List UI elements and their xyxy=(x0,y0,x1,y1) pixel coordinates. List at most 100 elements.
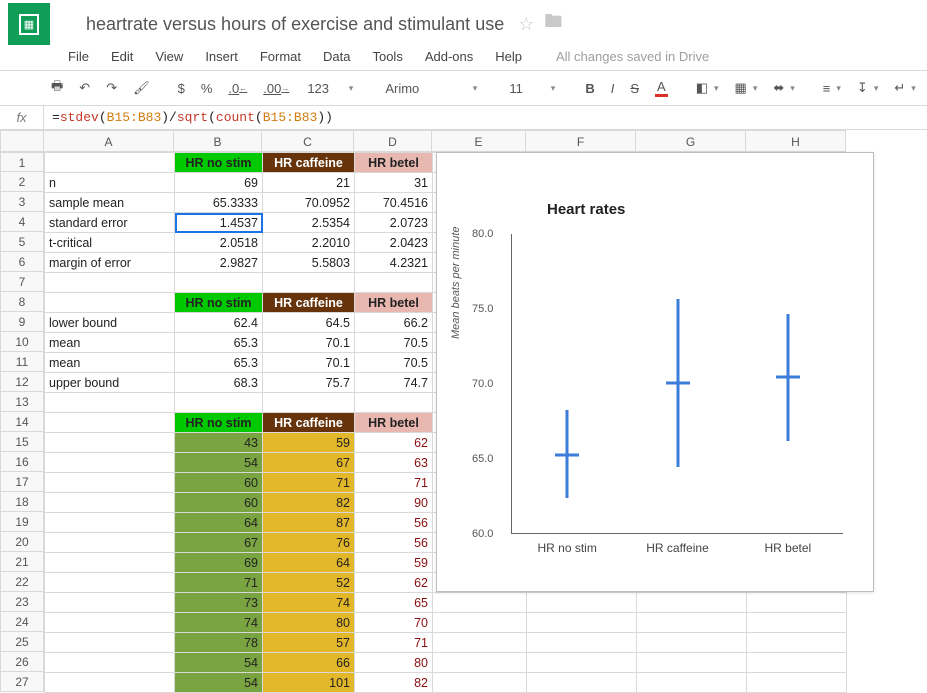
row-header[interactable]: 20 xyxy=(0,532,44,552)
doc-title[interactable]: heartrate versus hours of exercise and s… xyxy=(58,12,508,37)
cell[interactable]: 62.4 xyxy=(175,313,263,333)
cell[interactable] xyxy=(747,593,847,613)
cell[interactable]: 56 xyxy=(355,513,433,533)
row-header[interactable]: 12 xyxy=(0,372,44,392)
cell[interactable] xyxy=(637,653,747,673)
cell[interactable]: 2.0518 xyxy=(175,233,263,253)
formula-input[interactable]: =stdev(B15:B83)/sqrt(count(B15:B83)) xyxy=(44,108,927,127)
cell[interactable] xyxy=(45,653,175,673)
cell[interactable]: 70.4516 xyxy=(355,193,433,213)
col-header-e[interactable]: E xyxy=(432,130,526,152)
col-header-g[interactable]: G xyxy=(636,130,746,152)
print-icon[interactable]: 🖶 xyxy=(44,72,70,104)
cell[interactable] xyxy=(45,513,175,533)
cell[interactable]: sample mean xyxy=(45,193,175,213)
cell[interactable]: HR no stim xyxy=(175,153,263,173)
cell[interactable]: 2.5354 xyxy=(263,213,355,233)
cell[interactable]: 59 xyxy=(355,553,433,573)
cell[interactable]: 2.9827 xyxy=(175,253,263,273)
cell[interactable]: 71 xyxy=(355,473,433,493)
cell[interactable]: lower bound xyxy=(45,313,175,333)
column-headers[interactable]: ABCDEFGH xyxy=(44,130,846,152)
cell[interactable]: 64 xyxy=(175,513,263,533)
cell[interactable] xyxy=(637,613,747,633)
cell[interactable]: 69 xyxy=(175,173,263,193)
strike-button[interactable]: S xyxy=(623,76,646,101)
cell[interactable]: 60 xyxy=(175,493,263,513)
row-header[interactable]: 21 xyxy=(0,552,44,572)
cell[interactable] xyxy=(355,273,433,293)
merge-icon[interactable]: ⬌▾ xyxy=(766,75,801,101)
menu-help[interactable]: Help xyxy=(495,45,534,68)
cell[interactable]: 43 xyxy=(175,433,263,453)
cell[interactable]: HR no stim xyxy=(175,293,263,313)
cell[interactable]: mean xyxy=(45,333,175,353)
cell[interactable] xyxy=(433,633,527,653)
row-header[interactable]: 9 xyxy=(0,312,44,332)
cell[interactable]: 66 xyxy=(263,653,355,673)
cell[interactable]: 63 xyxy=(355,453,433,473)
cell[interactable] xyxy=(45,293,175,313)
cell[interactable]: 52 xyxy=(263,573,355,593)
col-header-b[interactable]: B xyxy=(174,130,262,152)
row-header[interactable]: 15 xyxy=(0,432,44,452)
cell[interactable] xyxy=(263,393,355,413)
cell[interactable] xyxy=(45,493,175,513)
cell[interactable] xyxy=(637,673,747,693)
cell[interactable]: 2.0723 xyxy=(355,213,433,233)
cell[interactable]: upper bound xyxy=(45,373,175,393)
cell[interactable]: 2.0423 xyxy=(355,233,433,253)
cell[interactable]: 21 xyxy=(263,173,355,193)
row-headers[interactable]: 1234567891011121314151617181920212223242… xyxy=(0,152,44,693)
cell[interactable]: HR betel xyxy=(355,413,433,433)
row-header[interactable]: 24 xyxy=(0,612,44,632)
cell[interactable] xyxy=(45,433,175,453)
cell[interactable]: 80 xyxy=(263,613,355,633)
cell[interactable]: t-critical xyxy=(45,233,175,253)
cell[interactable]: 78 xyxy=(175,633,263,653)
cell[interactable] xyxy=(527,593,637,613)
cell[interactable]: HR no stim xyxy=(175,413,263,433)
row-header[interactable]: 4 xyxy=(0,212,44,232)
menu-edit[interactable]: Edit xyxy=(111,45,145,68)
cell[interactable]: 62 xyxy=(355,433,433,453)
row-header[interactable]: 25 xyxy=(0,632,44,652)
row-header[interactable]: 10 xyxy=(0,332,44,352)
cell[interactable]: 67 xyxy=(263,453,355,473)
cell[interactable]: 54 xyxy=(175,453,263,473)
cell[interactable]: HR betel xyxy=(355,153,433,173)
row-header[interactable]: 18 xyxy=(0,492,44,512)
cell[interactable]: n xyxy=(45,173,175,193)
cell[interactable] xyxy=(747,633,847,653)
cell[interactable] xyxy=(45,573,175,593)
format-percent[interactable]: % xyxy=(194,76,220,101)
row-header[interactable]: 6 xyxy=(0,252,44,272)
cell[interactable] xyxy=(45,153,175,173)
text-color[interactable]: A xyxy=(648,74,675,102)
redo-icon[interactable]: ↷ xyxy=(99,75,124,101)
col-header-f[interactable]: F xyxy=(526,130,636,152)
cell[interactable]: 66.2 xyxy=(355,313,433,333)
valign-icon[interactable]: ↧▾ xyxy=(850,75,885,101)
dec-increase[interactable]: .00→ xyxy=(256,76,296,101)
cell[interactable]: 59 xyxy=(263,433,355,453)
cell[interactable] xyxy=(45,393,175,413)
cell[interactable]: 70.5 xyxy=(355,333,433,353)
row-header[interactable]: 1 xyxy=(0,152,44,172)
cell[interactable] xyxy=(45,593,175,613)
cell[interactable]: 76 xyxy=(263,533,355,553)
cell[interactable]: 57 xyxy=(263,633,355,653)
row-header[interactable]: 8 xyxy=(0,292,44,312)
cell[interactable]: 71 xyxy=(263,473,355,493)
cell[interactable]: 73 xyxy=(175,593,263,613)
dec-decrease[interactable]: .0← xyxy=(221,76,254,101)
col-header-h[interactable]: H xyxy=(746,130,846,152)
cell[interactable] xyxy=(747,613,847,633)
cell[interactable] xyxy=(637,633,747,653)
undo-icon[interactable]: ↶ xyxy=(72,75,97,101)
folder-icon[interactable]: 🖿 xyxy=(544,9,562,39)
cell[interactable]: margin of error xyxy=(45,253,175,273)
cell[interactable] xyxy=(175,393,263,413)
cell[interactable]: 31 xyxy=(355,173,433,193)
wrap-icon[interactable]: ↵▾ xyxy=(887,75,922,101)
